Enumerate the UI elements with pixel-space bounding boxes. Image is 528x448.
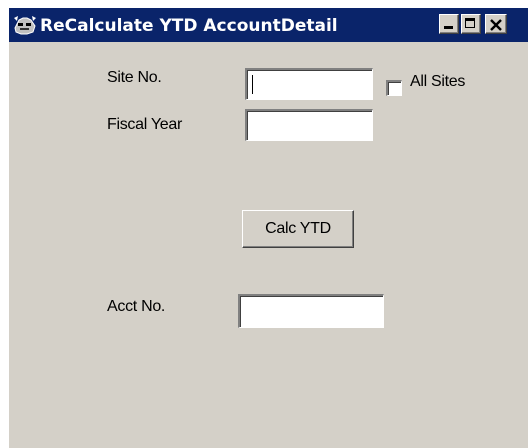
app-icon[interactable] — [13, 14, 37, 36]
text-caret — [252, 75, 253, 94]
window-title: ReCalculate YTD AccountDetail — [40, 16, 338, 36]
close-button[interactable] — [485, 14, 507, 34]
fiscal-year-input[interactable] — [245, 109, 373, 141]
minimize-button[interactable] — [439, 14, 459, 34]
fiscal-year-label: Fiscal Year — [107, 116, 182, 133]
site-no-label: Site No. — [107, 69, 162, 86]
site-no-input[interactable] — [245, 68, 373, 100]
acct-no-label: Acct No. — [107, 298, 166, 315]
close-icon — [489, 18, 503, 37]
all-sites-label[interactable]: All Sites — [410, 73, 465, 91]
maximize-icon — [465, 18, 475, 28]
minimize-icon — [444, 26, 453, 29]
title-bar[interactable]: ReCalculate YTD AccountDetail — [9, 8, 528, 42]
calc-ytd-button[interactable]: Calc YTD — [242, 210, 354, 248]
maximize-button[interactable] — [461, 14, 481, 34]
all-sites-checkbox[interactable] — [386, 80, 402, 96]
main-window: ReCalculate YTD AccountDetail Site No. A… — [8, 7, 528, 448]
acct-no-input[interactable] — [238, 294, 384, 328]
